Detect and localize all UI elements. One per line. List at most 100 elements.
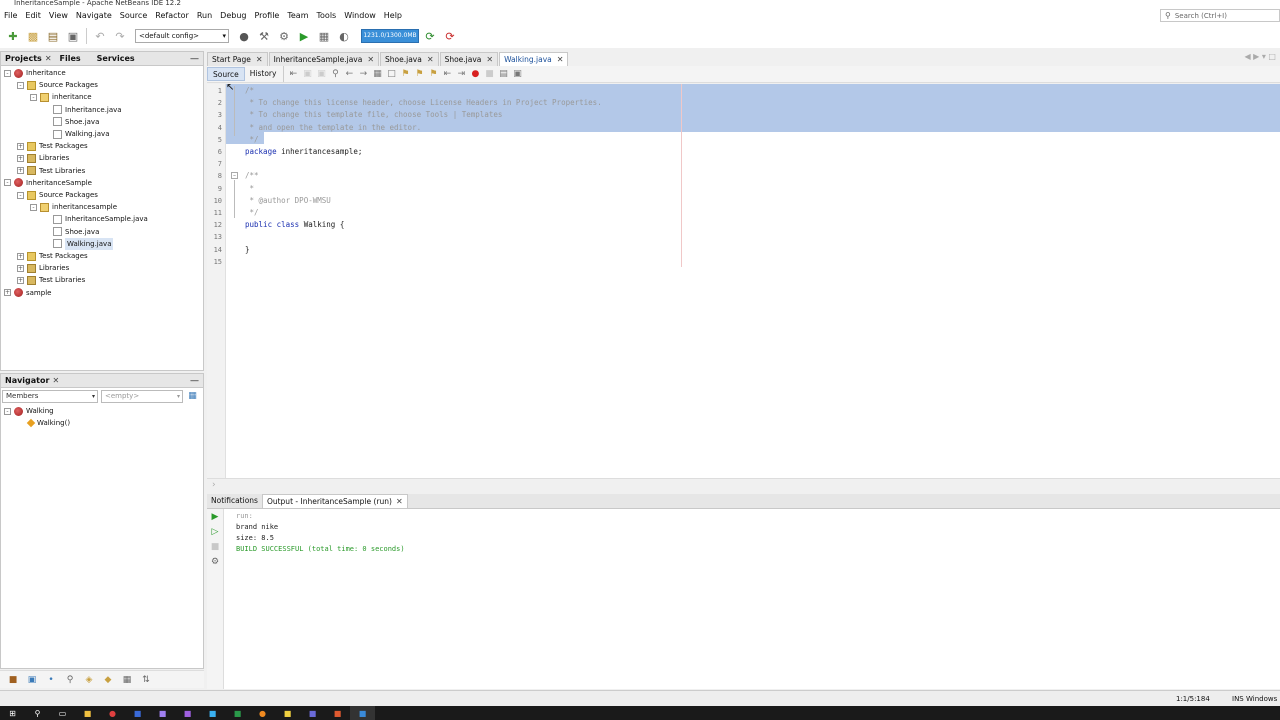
menu-profile[interactable]: Profile <box>250 8 283 24</box>
expand-icon[interactable]: + <box>17 276 24 284</box>
history-view-button[interactable]: History <box>245 67 282 81</box>
next-bookmark-icon[interactable]: ⚑ <box>412 67 426 81</box>
members-filter-dropdown[interactable]: Members ▾ <box>2 390 98 403</box>
run-icon[interactable]: ▶ <box>295 27 313 45</box>
expand-icon[interactable]: ▦ <box>120 673 134 687</box>
find-icon[interactable]: ⚲ <box>328 67 342 81</box>
last-edit-icon[interactable]: ▣ <box>314 67 328 81</box>
uncomment-icon[interactable]: ▣ <box>510 67 524 81</box>
expand-icon[interactable]: + <box>4 289 11 297</box>
tree-item[interactable]: Shoe.java <box>43 226 99 238</box>
tree-item[interactable]: + Libraries <box>17 262 69 274</box>
tab-scroll-icon[interactable]: ◀ ▶ ▾ □ <box>1244 52 1276 61</box>
expand-icon[interactable]: + <box>17 154 24 162</box>
tab-services[interactable]: Services <box>93 52 139 66</box>
output-console[interactable]: run: brand nike size: 8.5 BUILD SUCCESSFUL … <box>224 509 1280 689</box>
stop-icon[interactable]: ■ <box>209 541 221 553</box>
chrome-icon[interactable]: ● <box>100 706 125 720</box>
tree-item[interactable]: InheritanceSample.java <box>43 213 148 225</box>
minimize-icon[interactable]: — <box>190 376 203 386</box>
close-icon[interactable]: ✕ <box>45 52 52 66</box>
menu-team[interactable]: Team <box>283 8 312 24</box>
navigator-context-dropdown[interactable]: <empty> ▾ <box>101 390 183 403</box>
menu-run[interactable]: Run <box>193 8 216 24</box>
tree-item[interactable]: Walking.java <box>43 237 114 250</box>
close-icon[interactable]: ✕ <box>557 53 564 67</box>
source-view-button[interactable]: Source <box>207 67 245 81</box>
tree-item[interactable]: + sample <box>4 287 51 299</box>
search-box[interactable]: ⚲ Search (Ctrl+I) <box>1160 9 1280 22</box>
tree-item[interactable]: Walking.java <box>43 128 109 140</box>
navigator-options-icon[interactable]: ▦ <box>186 390 199 403</box>
tree-item[interactable]: - inheritance <box>30 91 92 103</box>
editor-tab[interactable]: Shoe.java ✕ <box>439 52 499 67</box>
rerun-with-params-icon[interactable]: ▷ <box>209 526 221 538</box>
expand-icon[interactable]: + <box>17 252 24 260</box>
menu-file[interactable]: File <box>0 8 21 24</box>
editor-tab[interactable]: Start Page ✕ <box>207 52 268 66</box>
premiere-icon[interactable]: ■ <box>175 706 200 720</box>
firefox-icon[interactable]: ● <box>250 706 275 720</box>
prev-bookmark-icon[interactable]: ⚑ <box>398 67 412 81</box>
back-icon[interactable]: ⇤ <box>286 67 300 81</box>
excel-icon[interactable]: ■ <box>225 706 250 720</box>
tree-item[interactable]: - InheritanceSample <box>4 177 92 189</box>
expand-icon[interactable]: + <box>17 264 24 272</box>
menu-debug[interactable]: Debug <box>216 8 250 24</box>
new-project-icon[interactable]: ▩ <box>24 27 42 45</box>
photoshop-icon[interactable]: ■ <box>200 706 225 720</box>
filter-fields-icon[interactable]: ▣ <box>25 673 39 687</box>
record-macro-icon[interactable]: ● <box>468 67 482 81</box>
menu-view[interactable]: View <box>45 8 72 24</box>
file-explorer-icon[interactable]: ■ <box>75 706 100 720</box>
close-icon[interactable]: ✕ <box>367 53 374 67</box>
tree-item[interactable]: Shoe.java <box>43 116 99 128</box>
filter-inherited-icon[interactable]: ◈ <box>82 673 96 687</box>
tab-output[interactable]: Output - InheritanceSample (run) ✕ <box>261 494 408 508</box>
memory-indicator[interactable]: 1231.0/1300.0MB <box>361 29 419 43</box>
tree-item[interactable]: - Source Packages <box>17 79 98 91</box>
rect-select-icon[interactable]: □ <box>384 67 398 81</box>
globe-icon[interactable]: ● <box>235 27 253 45</box>
tab-navigator[interactable]: Navigator ✕ <box>1 374 63 388</box>
build-hammer-icon[interactable]: ⚒ <box>255 27 273 45</box>
netbeans-icon[interactable]: ■ <box>350 706 375 720</box>
tree-item[interactable]: + Test Packages <box>17 140 88 152</box>
tree-item[interactable]: + Test Packages <box>17 250 88 262</box>
menu-window[interactable]: Window <box>340 8 380 24</box>
undo-icon[interactable]: ↶ <box>91 27 109 45</box>
redo-icon[interactable]: ↷ <box>111 27 129 45</box>
gc-icon[interactable]: ⟳ <box>421 27 439 45</box>
filter-static-icon[interactable]: • <box>44 673 58 687</box>
settings-icon[interactable]: ⚙ <box>209 556 221 568</box>
horizontal-scrollbar[interactable]: › <box>207 478 1280 491</box>
close-icon[interactable]: ✕ <box>256 53 263 67</box>
stop-macro-icon[interactable]: ■ <box>482 67 496 81</box>
minimize-icon[interactable]: — <box>190 54 203 64</box>
rerun-icon[interactable]: ▶ <box>209 511 221 523</box>
find-prev-icon[interactable]: ← <box>342 67 356 81</box>
tree-item[interactable]: - Source Packages <box>17 189 98 201</box>
menu-refactor[interactable]: Refactor <box>151 8 193 24</box>
sort-alpha-icon[interactable]: ⇅ <box>139 673 153 687</box>
tree-item[interactable]: - inheritancesample <box>30 201 117 213</box>
save-all-icon[interactable]: ▣ <box>64 27 82 45</box>
tree-item[interactable]: + Test Libraries <box>17 274 85 286</box>
menu-navigate[interactable]: Navigate <box>72 8 116 24</box>
task-view-icon[interactable]: ▭ <box>50 706 75 720</box>
filter-members-icon[interactable]: ◆ <box>101 673 115 687</box>
collapse-icon[interactable]: - <box>17 191 24 199</box>
sticky-notes-icon[interactable]: ■ <box>275 706 300 720</box>
profile-ide-icon[interactable]: ⟳ <box>441 27 459 45</box>
new-file-icon[interactable]: ✚ <box>4 27 22 45</box>
teams-icon[interactable]: ■ <box>300 706 325 720</box>
shift-left-icon[interactable]: ⇤ <box>440 67 454 81</box>
collapse-icon[interactable]: - <box>4 407 11 415</box>
tree-item[interactable]: Inheritance.java <box>43 104 122 116</box>
close-icon[interactable]: ✕ <box>486 53 493 67</box>
filter-nonpublic-icon[interactable]: ⚲ <box>63 673 77 687</box>
tree-item[interactable]: - Inheritance <box>4 67 66 79</box>
collapse-icon[interactable]: - <box>30 203 37 211</box>
expand-icon[interactable]: + <box>17 142 24 150</box>
menu-edit[interactable]: Edit <box>21 8 45 24</box>
